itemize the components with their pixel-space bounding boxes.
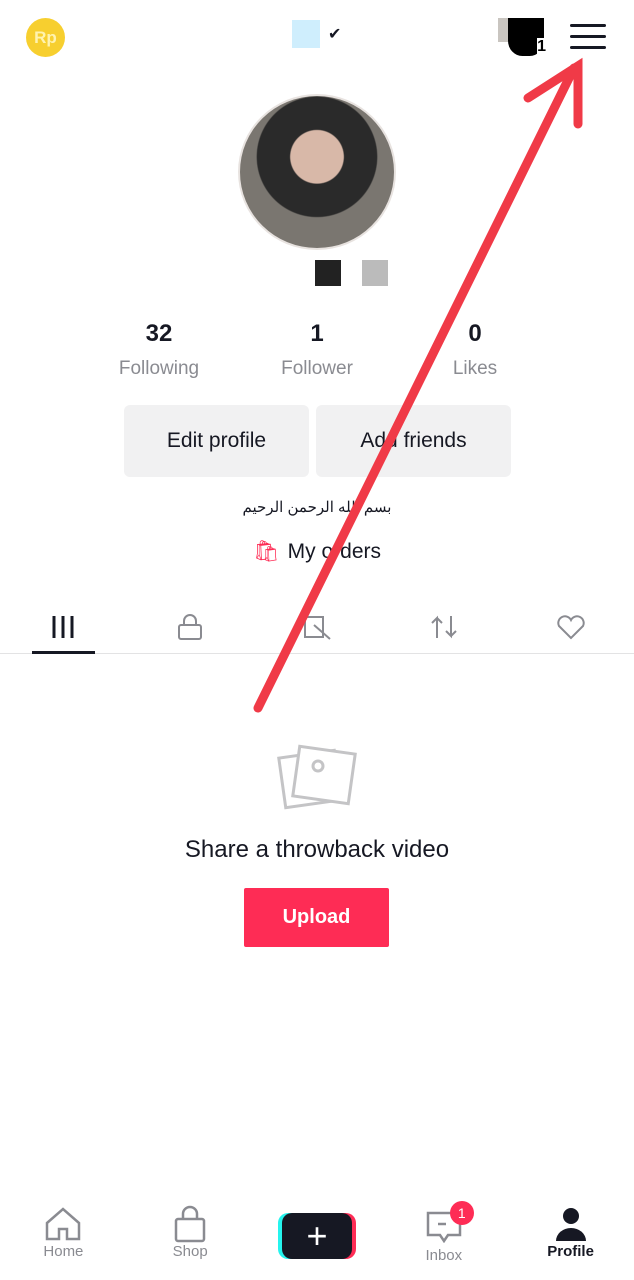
stat-likes[interactable]: 0 Likes <box>396 320 554 380</box>
shop-icon <box>174 1205 206 1243</box>
photo-icon <box>277 744 357 810</box>
nav-shop[interactable]: Shop <box>127 1205 254 1280</box>
upload-button[interactable]: Upload <box>244 888 389 947</box>
stat-following[interactable]: 32 Following <box>80 320 238 380</box>
qr-icon[interactable] <box>362 260 388 286</box>
bio: بسم الله الرحمن الرحيم <box>242 499 392 516</box>
bottom-nav: Home Shop + 1 Inbox Profile <box>0 1201 634 1280</box>
friends-count: 1 <box>537 38 546 56</box>
nav-home[interactable]: Home <box>0 1205 127 1280</box>
edit-profile-button[interactable]: Edit profile <box>124 405 309 477</box>
verified-icon: ✔ <box>328 26 342 43</box>
tab-reposts[interactable] <box>380 600 507 653</box>
coins-button[interactable]: Rp <box>26 18 65 57</box>
add-friends-button[interactable]: Add friends <box>316 405 511 477</box>
tab-private[interactable] <box>127 600 254 653</box>
avatar[interactable] <box>238 94 396 250</box>
plus-icon: + <box>281 1213 352 1259</box>
lock-icon <box>178 613 203 640</box>
repost-icon <box>431 615 457 638</box>
my-orders-link[interactable]: 🛍 My orders <box>0 540 634 564</box>
content-tabs <box>0 600 634 654</box>
inbox-badge: 1 <box>449 1201 474 1225</box>
username-redacted[interactable] <box>292 20 320 48</box>
empty-state-title: Share a throwback video <box>184 836 450 863</box>
shopping-bag-icon: 🛍 <box>252 540 280 563</box>
display-name-redacted <box>315 260 341 286</box>
nav-profile[interactable]: Profile <box>507 1205 634 1280</box>
friends-button[interactable]: 1 <box>498 18 546 56</box>
hidden-posts-icon <box>303 615 331 640</box>
nav-inbox[interactable]: 1 Inbox <box>380 1201 507 1280</box>
home-icon <box>46 1207 81 1241</box>
tab-liked[interactable] <box>507 600 634 653</box>
heart-hidden-icon <box>556 614 585 639</box>
stats-row: 32 Following 1 Follower 0 Likes <box>80 320 554 380</box>
profile-icon <box>555 1208 586 1241</box>
menu-icon[interactable] <box>570 24 606 52</box>
stat-followers[interactable]: 1 Follower <box>238 320 396 380</box>
tab-hidden[interactable] <box>254 600 381 653</box>
tab-videos[interactable] <box>0 600 127 654</box>
grid-icon <box>52 615 74 638</box>
nav-create[interactable]: + <box>254 1205 381 1280</box>
